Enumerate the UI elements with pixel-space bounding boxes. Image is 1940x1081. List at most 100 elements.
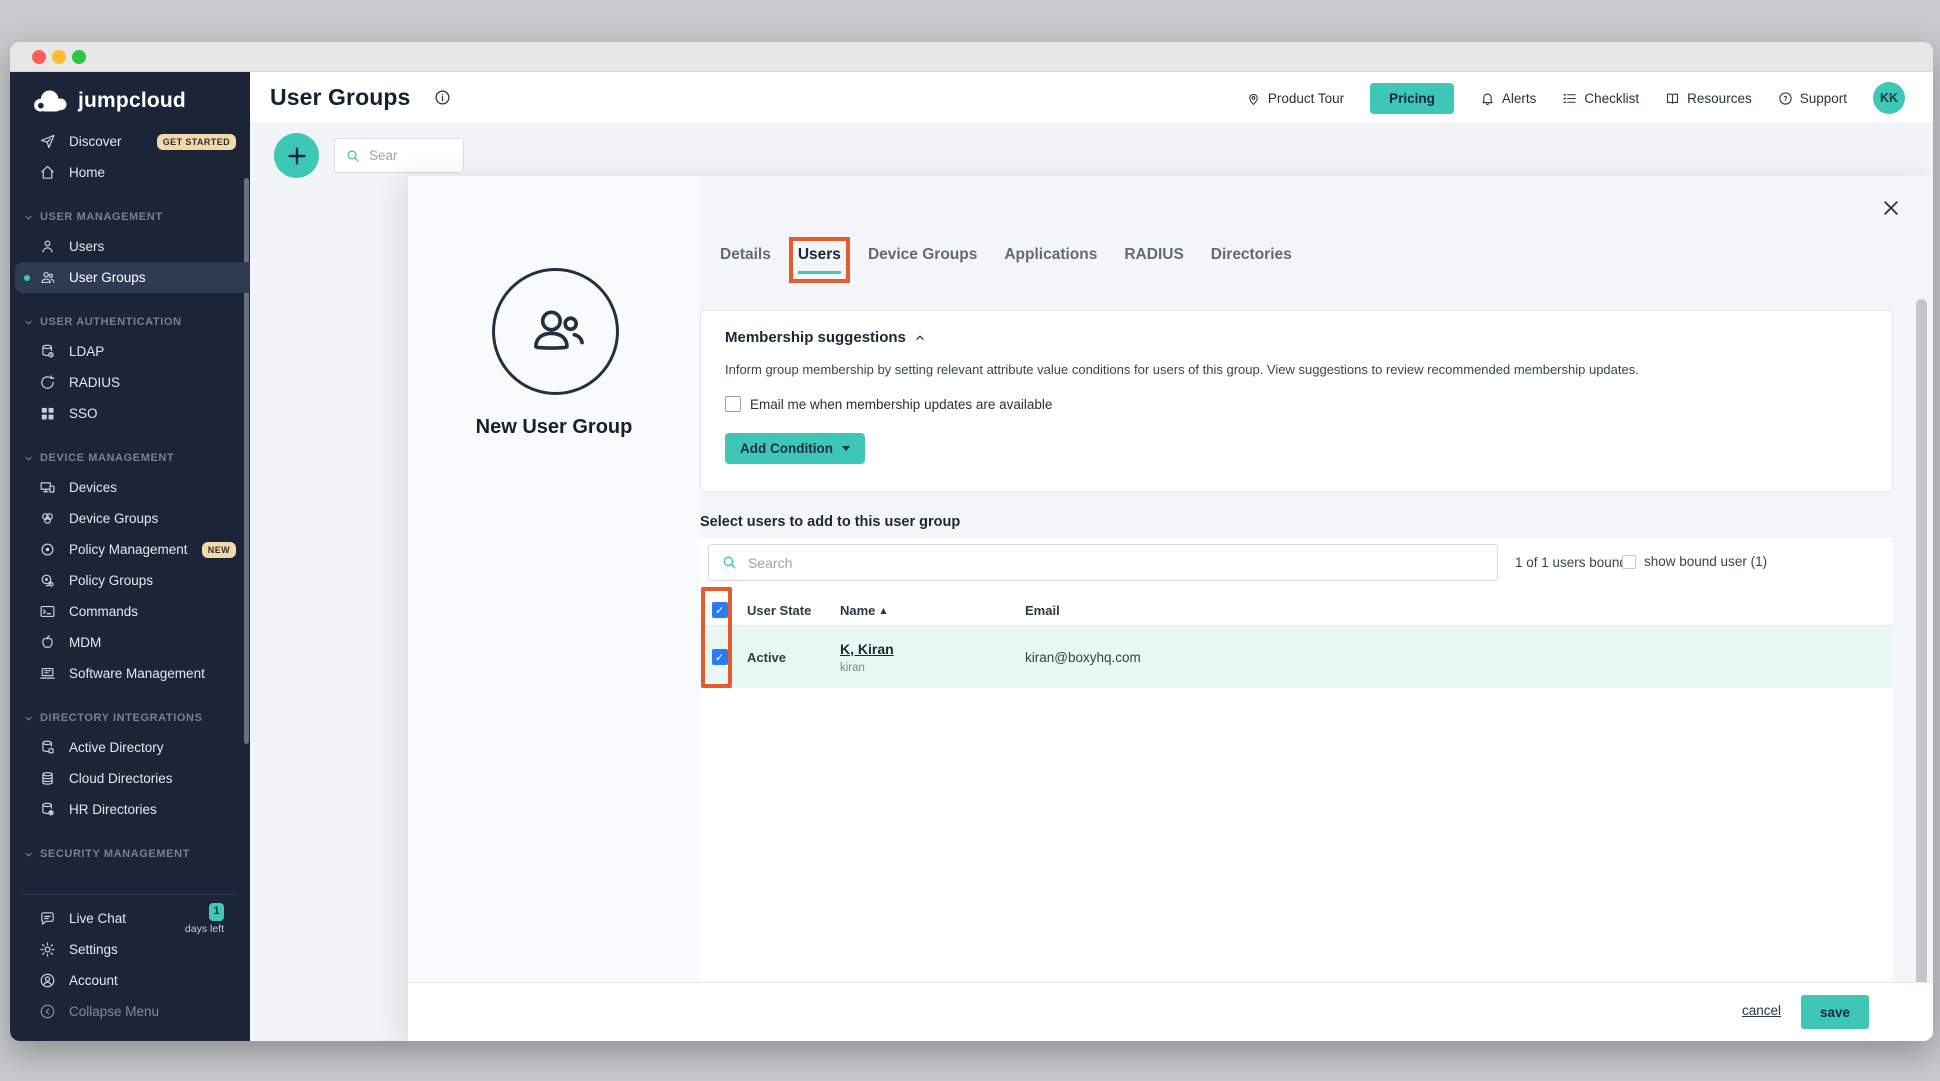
group-summary-panel: New User Group — [408, 176, 700, 982]
sidebar-item-commands[interactable]: Commands — [10, 596, 250, 627]
chevron-down-icon — [24, 318, 33, 327]
membership-suggestions-toggle[interactable]: Membership suggestions — [725, 329, 1868, 346]
close-window-button[interactable] — [32, 50, 46, 64]
users-bound-status: 1 of 1 users bound — [1515, 555, 1627, 570]
days-left-count: 1 — [209, 903, 224, 921]
cancel-link[interactable]: cancel — [1742, 1003, 1781, 1018]
sidebar-item-user-groups[interactable]: User Groups — [15, 262, 250, 293]
hr-directories-icon — [38, 801, 56, 819]
section-header-directory-integrations[interactable]: DIRECTORY INTEGRATIONS — [10, 704, 250, 732]
close-icon[interactable] — [1881, 198, 1901, 218]
membership-suggestions-card: Membership suggestions Inform group memb… — [700, 310, 1893, 492]
column-email[interactable]: Email — [1017, 603, 1893, 618]
group-name-title: New User Group — [408, 416, 700, 439]
tab-details[interactable]: Details — [720, 246, 771, 274]
minimize-window-button[interactable] — [52, 50, 66, 64]
chevron-down-icon — [24, 850, 33, 859]
table-row[interactable]: Active K, Kiran kiran kiran@boxyhq.com — [700, 626, 1893, 688]
sso-icon — [38, 405, 56, 423]
groups-search-input[interactable] — [369, 148, 439, 163]
page-title: User Groups — [270, 84, 410, 111]
sidebar-item-software-management[interactable]: Software Management — [10, 658, 250, 689]
sidebar-item-home[interactable]: Home — [10, 157, 250, 188]
header-action-alerts[interactable]: Alerts — [1480, 91, 1537, 106]
section-header-device-management[interactable]: DEVICE MANAGEMENT — [10, 444, 250, 472]
tab-applications[interactable]: Applications — [1004, 246, 1097, 274]
sidebar-item-policy-groups[interactable]: Policy Groups — [10, 565, 250, 596]
show-bound-option[interactable]: show bound user (1) — [1622, 554, 1767, 569]
save-button[interactable]: save — [1801, 995, 1869, 1029]
show-bound-checkbox[interactable] — [1622, 555, 1636, 569]
vertical-scrollbar[interactable] — [1916, 299, 1927, 1015]
section-header-user-management[interactable]: USER MANAGEMENT — [10, 203, 250, 231]
tab-radius[interactable]: RADIUS — [1124, 246, 1183, 274]
desktop: jumpcloud DiscoverGET STARTEDHomeUSER MA… — [0, 0, 1940, 1081]
user-search-input[interactable] — [748, 555, 1497, 571]
sidebar-item-users[interactable]: Users — [10, 231, 250, 262]
sidebar-item-account[interactable]: Account — [22, 965, 238, 996]
panel-footer: cancel save — [408, 982, 1933, 1041]
sidebar-item-settings[interactable]: Settings — [22, 934, 238, 965]
sidebar-nav: DiscoverGET STARTEDHomeUSER MANAGEMENTUs… — [10, 122, 250, 888]
account-icon — [38, 972, 56, 990]
sidebar-item-devices[interactable]: Devices — [10, 472, 250, 503]
sidebar-item-mdm[interactable]: MDM — [10, 627, 250, 658]
pricing-button[interactable]: Pricing — [1370, 83, 1454, 114]
sidebar-item-ldap[interactable]: LDAP — [10, 336, 250, 367]
tab-device-groups[interactable]: Device Groups — [868, 246, 977, 274]
add-condition-label: Add Condition — [740, 441, 833, 456]
tab-users[interactable]: Users — [798, 246, 841, 274]
active-indicator-dot — [24, 275, 30, 281]
email-updates-option[interactable]: Email me when membership updates are ava… — [725, 396, 1868, 412]
row-checkbox[interactable] — [712, 649, 728, 665]
laptop-icon — [38, 665, 56, 683]
badge-get-started: GET STARTED — [157, 134, 236, 150]
header-action-product-tour[interactable]: Product Tour — [1246, 91, 1344, 106]
user-name-link[interactable]: K, Kiran — [840, 641, 894, 657]
sidebar-item-live-chat[interactable]: Live Chat1days left — [22, 903, 238, 934]
section-header-user-authentication[interactable]: USER AUTHENTICATION — [10, 308, 250, 336]
gear-icon — [38, 941, 56, 959]
bell-icon — [1480, 91, 1495, 106]
header-action-checklist[interactable]: Checklist — [1562, 91, 1639, 106]
user-email: kiran@boxyhq.com — [1017, 650, 1893, 665]
section-header-security-management[interactable]: SECURITY MANAGEMENT — [10, 840, 250, 868]
sidebar-item-device-groups[interactable]: Device Groups — [10, 503, 250, 534]
active-directory-icon — [38, 739, 56, 757]
avatar[interactable]: KK — [1873, 82, 1905, 114]
pin-icon — [1246, 91, 1261, 106]
users-table-sheet: 1 of 1 users bound show bound user (1) U… — [700, 538, 1893, 1015]
header-action-resources[interactable]: Resources — [1665, 91, 1752, 106]
show-bound-label: show bound user (1) — [1644, 554, 1767, 569]
checklist-icon — [1562, 91, 1577, 106]
add-condition-button[interactable]: Add Condition — [725, 433, 865, 464]
sidebar-item-discover[interactable]: DiscoverGET STARTED — [10, 126, 250, 157]
sidebar-item-cloud-directories[interactable]: Cloud Directories — [10, 763, 250, 794]
sidebar-item-collapse-menu[interactable]: Collapse Menu — [22, 996, 238, 1027]
ldap-icon — [38, 343, 56, 361]
column-name[interactable]: Name▲ — [832, 603, 1017, 618]
column-user-state[interactable]: User State — [739, 603, 832, 618]
sidebar-item-sso[interactable]: SSO — [10, 398, 250, 429]
sidebar-item-hr-directories[interactable]: HR Directories — [10, 794, 250, 825]
sidebar-item-policy-management[interactable]: Policy ManagementNEW — [10, 534, 250, 565]
select-users-label: Select users to add to this user group — [700, 514, 960, 530]
zoom-window-button[interactable] — [72, 50, 86, 64]
new-user-group-panel: New User Group Details Users Device Groups… — [408, 176, 1933, 1041]
users-table-header: User State Name▲ Email — [700, 595, 1893, 626]
device-groups-icon — [38, 510, 56, 528]
radius-icon — [38, 374, 56, 392]
app-header: User Groups Product Tour Pricing Alerts Che… — [250, 72, 1933, 124]
header-actions: Product Tour Pricing Alerts Checklist Resour… — [1246, 72, 1905, 124]
trial-days-left: 1days left — [185, 903, 224, 935]
sidebar-item-radius[interactable]: RADIUS — [10, 367, 250, 398]
sidebar-item-active-directory[interactable]: Active Directory — [10, 732, 250, 763]
email-updates-checkbox[interactable] — [725, 396, 741, 412]
badge-new: NEW — [202, 542, 236, 558]
select-all-checkbox[interactable] — [712, 602, 728, 618]
header-action-support[interactable]: ?Support — [1778, 91, 1847, 106]
commands-icon — [38, 603, 56, 621]
add-group-button[interactable] — [274, 133, 319, 178]
info-icon[interactable] — [434, 89, 451, 106]
tab-directories[interactable]: Directories — [1211, 246, 1292, 274]
